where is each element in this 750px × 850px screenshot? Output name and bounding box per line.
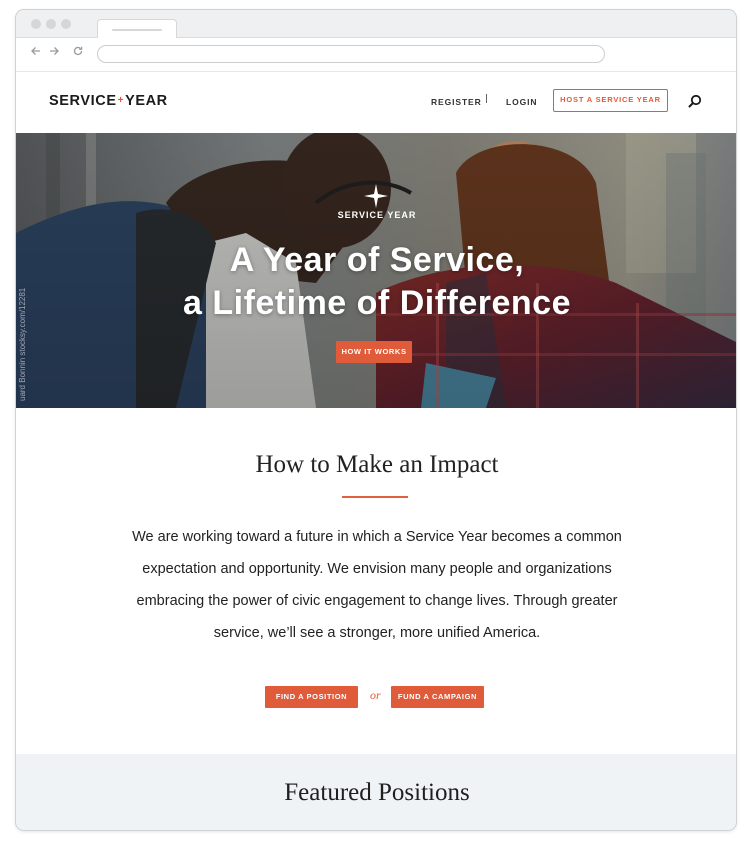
or-separator: or xyxy=(370,688,381,702)
window-minimize-dot[interactable] xyxy=(46,19,56,29)
back-icon[interactable] xyxy=(29,45,43,61)
site-header: SERVICE+YEAR REGISTER LOGIN HOST A SERVI… xyxy=(16,72,736,132)
find-position-button[interactable]: FIND A POSITION xyxy=(265,686,358,708)
reload-icon[interactable] xyxy=(71,45,85,61)
tab-title-placeholder xyxy=(112,29,162,31)
featured-positions-section: Featured Positions xyxy=(16,754,736,830)
impact-paragraph: We are working toward a future in which … xyxy=(132,529,622,641)
window-close-dot[interactable] xyxy=(31,19,41,29)
nav-register-link[interactable]: REGISTER xyxy=(431,97,482,107)
browser-tab[interactable] xyxy=(97,19,177,39)
browser-window: SERVICE+YEAR REGISTER LOGIN HOST A SERVI… xyxy=(15,9,737,831)
fund-campaign-button[interactable]: FUND A CAMPAIGN xyxy=(391,686,484,708)
logo-text-year: YEAR xyxy=(125,93,168,109)
host-service-year-button[interactable]: HOST A SERVICE YEAR xyxy=(553,89,668,112)
hero-title: A Year of Service, a Lifetime of Differe… xyxy=(16,239,736,325)
site-logo[interactable]: SERVICE+YEAR xyxy=(49,93,168,109)
logo-text-service: SERVICE xyxy=(49,93,117,109)
logo-plus: + xyxy=(117,95,125,106)
address-bar[interactable] xyxy=(97,45,605,63)
heading-divider xyxy=(342,496,408,498)
hero-title-line2: a Lifetime of Difference xyxy=(183,284,571,322)
impact-heading: How to Make an Impact xyxy=(255,451,499,478)
nav-login-link[interactable]: LOGIN xyxy=(506,97,537,107)
forward-icon[interactable] xyxy=(47,45,61,61)
browser-toolbar xyxy=(16,38,736,72)
featured-heading: Featured Positions xyxy=(284,779,470,806)
browser-titlebar xyxy=(16,10,736,39)
hero-title-line1: A Year of Service, xyxy=(229,241,525,279)
how-it-works-button[interactable]: HOW IT WORKS xyxy=(336,341,412,363)
hero-banner: uard Bonnin stocksy.com/12281 SERVICE YE… xyxy=(16,133,736,408)
hero-brand-label: SERVICE YEAR xyxy=(337,210,417,220)
search-icon[interactable] xyxy=(688,94,702,108)
service-year-star-icon xyxy=(364,184,388,208)
window-zoom-dot[interactable] xyxy=(61,19,71,29)
impact-section: How to Make an Impact We are working tow… xyxy=(16,408,736,754)
nav-separator xyxy=(486,94,487,103)
